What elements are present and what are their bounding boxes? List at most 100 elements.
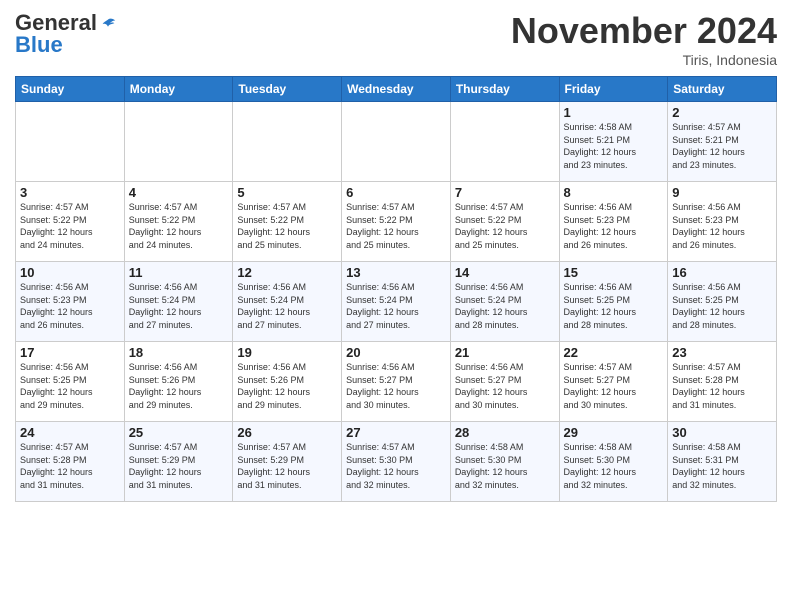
day-info: Sunrise: 4:56 AM Sunset: 5:23 PM Dayligh… [564,201,664,251]
day-number: 9 [672,185,772,200]
calendar-cell: 25Sunrise: 4:57 AM Sunset: 5:29 PM Dayli… [124,422,233,502]
day-number: 5 [237,185,337,200]
calendar-cell: 3Sunrise: 4:57 AM Sunset: 5:22 PM Daylig… [16,182,125,262]
weekday-header-tuesday: Tuesday [233,77,342,102]
day-number: 7 [455,185,555,200]
calendar-week-row: 17Sunrise: 4:56 AM Sunset: 5:25 PM Dayli… [16,342,777,422]
calendar-cell: 30Sunrise: 4:58 AM Sunset: 5:31 PM Dayli… [668,422,777,502]
weekday-header-saturday: Saturday [668,77,777,102]
calendar-week-row: 3Sunrise: 4:57 AM Sunset: 5:22 PM Daylig… [16,182,777,262]
calendar-cell: 5Sunrise: 4:57 AM Sunset: 5:22 PM Daylig… [233,182,342,262]
day-info: Sunrise: 4:57 AM Sunset: 5:30 PM Dayligh… [346,441,446,491]
day-info: Sunrise: 4:57 AM Sunset: 5:22 PM Dayligh… [20,201,120,251]
calendar-cell: 1Sunrise: 4:58 AM Sunset: 5:21 PM Daylig… [559,102,668,182]
day-number: 4 [129,185,229,200]
calendar-cell: 4Sunrise: 4:57 AM Sunset: 5:22 PM Daylig… [124,182,233,262]
day-info: Sunrise: 4:56 AM Sunset: 5:24 PM Dayligh… [237,281,337,331]
calendar-cell [124,102,233,182]
day-info: Sunrise: 4:56 AM Sunset: 5:25 PM Dayligh… [672,281,772,331]
weekday-header-thursday: Thursday [450,77,559,102]
day-info: Sunrise: 4:58 AM Sunset: 5:30 PM Dayligh… [564,441,664,491]
calendar-week-row: 10Sunrise: 4:56 AM Sunset: 5:23 PM Dayli… [16,262,777,342]
calendar-cell: 29Sunrise: 4:58 AM Sunset: 5:30 PM Dayli… [559,422,668,502]
day-info: Sunrise: 4:56 AM Sunset: 5:24 PM Dayligh… [455,281,555,331]
day-number: 21 [455,345,555,360]
day-info: Sunrise: 4:58 AM Sunset: 5:30 PM Dayligh… [455,441,555,491]
day-number: 6 [346,185,446,200]
day-info: Sunrise: 4:57 AM Sunset: 5:22 PM Dayligh… [129,201,229,251]
title-block: November 2024 Tiris, Indonesia [511,10,777,68]
day-number: 23 [672,345,772,360]
calendar-cell: 23Sunrise: 4:57 AM Sunset: 5:28 PM Dayli… [668,342,777,422]
calendar-cell: 8Sunrise: 4:56 AM Sunset: 5:23 PM Daylig… [559,182,668,262]
calendar-cell: 17Sunrise: 4:56 AM Sunset: 5:25 PM Dayli… [16,342,125,422]
logo: General Blue [15,10,117,58]
day-number: 12 [237,265,337,280]
day-number: 16 [672,265,772,280]
day-number: 15 [564,265,664,280]
calendar-week-row: 24Sunrise: 4:57 AM Sunset: 5:28 PM Dayli… [16,422,777,502]
weekday-header-monday: Monday [124,77,233,102]
calendar-cell: 27Sunrise: 4:57 AM Sunset: 5:30 PM Dayli… [342,422,451,502]
calendar-cell: 22Sunrise: 4:57 AM Sunset: 5:27 PM Dayli… [559,342,668,422]
day-number: 8 [564,185,664,200]
calendar-cell: 2Sunrise: 4:57 AM Sunset: 5:21 PM Daylig… [668,102,777,182]
day-info: Sunrise: 4:56 AM Sunset: 5:27 PM Dayligh… [455,361,555,411]
calendar-body: 1Sunrise: 4:58 AM Sunset: 5:21 PM Daylig… [16,102,777,502]
day-info: Sunrise: 4:57 AM Sunset: 5:28 PM Dayligh… [672,361,772,411]
calendar-cell: 16Sunrise: 4:56 AM Sunset: 5:25 PM Dayli… [668,262,777,342]
calendar-cell: 20Sunrise: 4:56 AM Sunset: 5:27 PM Dayli… [342,342,451,422]
day-number: 22 [564,345,664,360]
calendar-cell: 7Sunrise: 4:57 AM Sunset: 5:22 PM Daylig… [450,182,559,262]
calendar-cell: 10Sunrise: 4:56 AM Sunset: 5:23 PM Dayli… [16,262,125,342]
calendar-cell: 14Sunrise: 4:56 AM Sunset: 5:24 PM Dayli… [450,262,559,342]
day-number: 19 [237,345,337,360]
main-container: General Blue November 2024 Tiris, Indone… [0,0,792,507]
day-number: 1 [564,105,664,120]
day-info: Sunrise: 4:57 AM Sunset: 5:27 PM Dayligh… [564,361,664,411]
day-number: 25 [129,425,229,440]
day-info: Sunrise: 4:58 AM Sunset: 5:31 PM Dayligh… [672,441,772,491]
calendar-cell: 13Sunrise: 4:56 AM Sunset: 5:24 PM Dayli… [342,262,451,342]
calendar-cell: 15Sunrise: 4:56 AM Sunset: 5:25 PM Dayli… [559,262,668,342]
day-info: Sunrise: 4:57 AM Sunset: 5:29 PM Dayligh… [129,441,229,491]
day-number: 27 [346,425,446,440]
day-info: Sunrise: 4:57 AM Sunset: 5:22 PM Dayligh… [455,201,555,251]
calendar-week-row: 1Sunrise: 4:58 AM Sunset: 5:21 PM Daylig… [16,102,777,182]
day-info: Sunrise: 4:57 AM Sunset: 5:28 PM Dayligh… [20,441,120,491]
header: General Blue November 2024 Tiris, Indone… [15,10,777,68]
day-number: 2 [672,105,772,120]
day-number: 26 [237,425,337,440]
day-number: 24 [20,425,120,440]
calendar-table: SundayMondayTuesdayWednesdayThursdayFrid… [15,76,777,502]
day-number: 29 [564,425,664,440]
location: Tiris, Indonesia [511,52,777,68]
calendar-cell [450,102,559,182]
day-info: Sunrise: 4:56 AM Sunset: 5:25 PM Dayligh… [20,361,120,411]
calendar-cell [342,102,451,182]
calendar-cell: 11Sunrise: 4:56 AM Sunset: 5:24 PM Dayli… [124,262,233,342]
day-number: 17 [20,345,120,360]
day-number: 18 [129,345,229,360]
calendar-cell [16,102,125,182]
day-info: Sunrise: 4:56 AM Sunset: 5:24 PM Dayligh… [346,281,446,331]
day-info: Sunrise: 4:56 AM Sunset: 5:26 PM Dayligh… [129,361,229,411]
calendar-cell: 18Sunrise: 4:56 AM Sunset: 5:26 PM Dayli… [124,342,233,422]
calendar-header: SundayMondayTuesdayWednesdayThursdayFrid… [16,77,777,102]
day-info: Sunrise: 4:56 AM Sunset: 5:26 PM Dayligh… [237,361,337,411]
calendar-cell: 12Sunrise: 4:56 AM Sunset: 5:24 PM Dayli… [233,262,342,342]
calendar-cell: 24Sunrise: 4:57 AM Sunset: 5:28 PM Dayli… [16,422,125,502]
logo-blue: Blue [15,32,117,58]
day-number: 14 [455,265,555,280]
weekday-header-wednesday: Wednesday [342,77,451,102]
day-info: Sunrise: 4:56 AM Sunset: 5:24 PM Dayligh… [129,281,229,331]
day-info: Sunrise: 4:58 AM Sunset: 5:21 PM Dayligh… [564,121,664,171]
day-info: Sunrise: 4:57 AM Sunset: 5:22 PM Dayligh… [346,201,446,251]
weekday-header-friday: Friday [559,77,668,102]
calendar-cell [233,102,342,182]
calendar-cell: 9Sunrise: 4:56 AM Sunset: 5:23 PM Daylig… [668,182,777,262]
day-info: Sunrise: 4:56 AM Sunset: 5:23 PM Dayligh… [20,281,120,331]
day-info: Sunrise: 4:56 AM Sunset: 5:23 PM Dayligh… [672,201,772,251]
calendar-cell: 26Sunrise: 4:57 AM Sunset: 5:29 PM Dayli… [233,422,342,502]
day-info: Sunrise: 4:57 AM Sunset: 5:22 PM Dayligh… [237,201,337,251]
